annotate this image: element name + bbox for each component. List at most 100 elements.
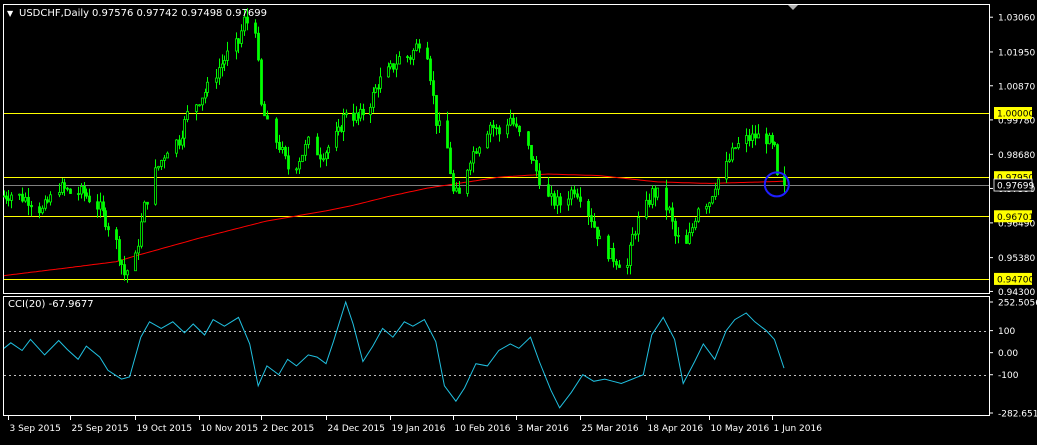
time-axis-label: 24 Dec 2015 — [328, 424, 386, 434]
candle — [96, 194, 99, 218]
cci-pane-frame — [3, 296, 990, 416]
chart-shift-marker-icon[interactable] — [788, 5, 798, 10]
candle — [398, 51, 401, 65]
candle — [107, 222, 110, 237]
cci-axis-label: -100 — [998, 371, 1019, 381]
candle — [77, 186, 80, 201]
candle — [645, 191, 648, 220]
candle — [359, 103, 362, 122]
candle — [486, 130, 489, 149]
candle — [609, 248, 612, 260]
candle — [186, 105, 189, 123]
candle — [287, 146, 290, 175]
candle — [446, 111, 449, 149]
candle — [426, 41, 429, 60]
time-axis-label: 3 Mar 2016 — [518, 424, 570, 434]
candle — [143, 200, 146, 223]
candle — [38, 202, 41, 219]
candle — [783, 166, 786, 194]
candle — [49, 191, 52, 206]
candle — [44, 195, 47, 211]
candle — [223, 55, 226, 72]
candle — [134, 250, 137, 272]
candle — [576, 188, 579, 200]
candle — [160, 159, 163, 171]
candle — [157, 165, 160, 171]
candle — [409, 55, 412, 65]
candle — [240, 24, 243, 48]
candle — [717, 178, 720, 196]
candle — [278, 134, 281, 153]
candle — [466, 168, 469, 197]
price-pane-frame — [3, 4, 990, 294]
candle — [66, 186, 69, 192]
candle — [512, 114, 515, 127]
candle — [618, 260, 621, 268]
candle — [120, 259, 123, 275]
candle — [201, 97, 204, 111]
candle — [226, 41, 229, 66]
candle — [472, 146, 475, 173]
candle — [374, 84, 377, 94]
level-price-label: 0.94700 — [997, 275, 1034, 285]
candle — [648, 193, 651, 208]
candle — [495, 124, 498, 136]
candle — [392, 63, 395, 73]
candle — [530, 144, 533, 164]
chart-ohlc-readout: 0.97576 0.97742 0.97498 0.97699 — [92, 8, 267, 19]
candle — [27, 187, 30, 216]
candle — [438, 112, 441, 134]
candle — [776, 143, 779, 176]
price-axis-label: 0.98680 — [998, 151, 1035, 161]
candle — [570, 186, 573, 206]
candle — [550, 185, 553, 206]
candle — [10, 192, 13, 209]
candle — [322, 153, 325, 162]
candle — [731, 142, 734, 163]
candle — [567, 191, 570, 211]
candle — [215, 69, 218, 89]
cci-axis-label: 100 — [998, 327, 1015, 337]
candle — [257, 26, 260, 62]
candle — [773, 141, 776, 147]
candle — [319, 147, 322, 168]
candle — [489, 122, 492, 143]
candle — [631, 227, 634, 246]
candle — [559, 193, 562, 213]
candle — [748, 128, 751, 147]
price-axis-label: 1.01950 — [998, 48, 1035, 58]
candle — [369, 103, 372, 123]
candle — [429, 55, 432, 86]
cci-layer — [3, 300, 989, 409]
candle — [547, 177, 550, 198]
candle — [362, 103, 365, 121]
cci-axis-label: -282.6519 — [998, 410, 1037, 420]
candle — [83, 182, 86, 202]
candle — [694, 217, 697, 231]
candle — [737, 136, 740, 150]
candle — [651, 185, 654, 209]
price-axis-label: 1.03060 — [998, 14, 1035, 24]
candle — [677, 227, 680, 244]
candle — [99, 192, 102, 218]
price-axis-label: 0.94300 — [998, 288, 1035, 298]
candle — [725, 151, 728, 184]
time-axis-label: 3 Sep 2015 — [10, 424, 61, 434]
price-axis: 1.030601.019501.008700.997800.986800.975… — [989, 14, 1035, 298]
chart-window[interactable]: 1.030601.019501.008700.997800.986800.975… — [0, 0, 1037, 441]
candle — [316, 133, 319, 156]
candle — [671, 202, 674, 230]
horizontal-levels[interactable] — [4, 113, 989, 280]
time-axis-label: 25 Mar 2016 — [582, 424, 639, 434]
candle — [140, 213, 143, 249]
candle — [345, 109, 348, 118]
candle — [697, 207, 700, 223]
candle — [509, 109, 512, 127]
symbol-menu-arrow-icon[interactable]: ▼ — [7, 9, 14, 18]
current-price-label: 0.97699 — [997, 182, 1034, 192]
candle — [260, 58, 263, 107]
candle — [590, 208, 593, 228]
candle — [579, 187, 582, 208]
candle — [412, 48, 415, 66]
candle — [432, 71, 435, 105]
